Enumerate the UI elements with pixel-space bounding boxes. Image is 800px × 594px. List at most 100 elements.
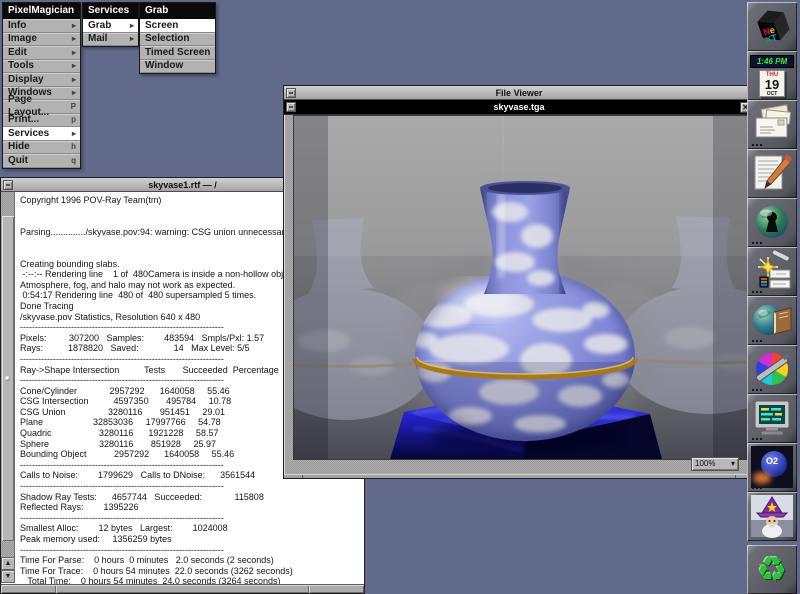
dock-tile-paint[interactable] bbox=[747, 345, 797, 394]
image-window-frame: 100% ▾ bbox=[285, 115, 753, 474]
menu-item-page-layout[interactable]: Page Layout...P bbox=[3, 100, 80, 114]
menu-item-label: Selection bbox=[145, 32, 189, 45]
menu-item-selection[interactable]: Selection bbox=[140, 33, 215, 47]
menu-title[interactable]: Services bbox=[83, 3, 138, 19]
submenu-arrow-icon: ▸ bbox=[72, 73, 76, 86]
menu-item-screen[interactable]: Screen bbox=[140, 19, 215, 33]
submenu-arrow-icon: ▸ bbox=[72, 46, 76, 59]
menu-item-hide[interactable]: Hide h bbox=[3, 141, 80, 155]
dock-tile-notes[interactable] bbox=[747, 149, 797, 198]
recycle-icon: ♻ bbox=[747, 547, 797, 593]
services-submenu: Services Grab▸ Mail▸ bbox=[82, 2, 139, 47]
console-line: Total Time: 0 hours 54 minutes 24.0 seco… bbox=[20, 576, 363, 584]
resize-bar[interactable] bbox=[1, 584, 364, 593]
menu-item-label: Window bbox=[145, 59, 183, 72]
globe-keyhole-icon bbox=[750, 200, 794, 244]
planet-o2-icon bbox=[750, 445, 794, 489]
dock-tile-mail[interactable] bbox=[747, 100, 797, 149]
dock-tile-next[interactable]: Ne XT bbox=[747, 2, 797, 51]
running-indicator bbox=[752, 487, 754, 489]
mail-icon bbox=[750, 102, 794, 146]
miniaturize-button[interactable] bbox=[286, 102, 296, 112]
menu-item-label: Print... bbox=[8, 113, 39, 126]
console-line: ----------------------------------------… bbox=[20, 481, 363, 492]
calendar-day: 19 bbox=[760, 79, 784, 91]
running-indicator bbox=[752, 291, 754, 293]
submenu-arrow-icon: ▸ bbox=[130, 32, 134, 45]
menu-item-window[interactable]: Window bbox=[140, 60, 215, 74]
wand-form-icon bbox=[750, 249, 794, 293]
image-window-titlebar[interactable]: skyvase.tga ✕ bbox=[284, 100, 754, 115]
miniaturize-button[interactable] bbox=[286, 88, 296, 98]
dock-tile-web-keyhole[interactable] bbox=[747, 198, 797, 247]
resize-segment[interactable] bbox=[1, 585, 56, 593]
dock-tile-pixelmagician-wizard[interactable] bbox=[747, 492, 797, 541]
console-line: ----------------------------------------… bbox=[20, 545, 363, 556]
resize-bar[interactable] bbox=[284, 474, 754, 478]
dock-tile-create[interactable] bbox=[747, 247, 797, 296]
menu-item-quit[interactable]: Quit q bbox=[3, 154, 80, 168]
dock-tile-o2[interactable]: O2 bbox=[747, 443, 797, 492]
scroll-up-button[interactable]: ▲ bbox=[1, 557, 15, 570]
dock-tile-reference[interactable] bbox=[747, 296, 797, 345]
zoom-level-popup[interactable]: 100% ▾ bbox=[691, 457, 739, 471]
shortcut-key: h bbox=[71, 140, 76, 153]
menu-item-image[interactable]: Image▸ bbox=[3, 33, 80, 47]
console-line: Peak memory used: 1356259 bytes bbox=[20, 534, 363, 545]
resize-segment[interactable] bbox=[309, 585, 364, 593]
menu-item-display[interactable]: Display ▸ bbox=[3, 73, 80, 87]
file-viewer-window: File Viewer skyvase.tga ✕ bbox=[283, 85, 755, 479]
menu-item-label: Display bbox=[8, 73, 44, 86]
menu-item-mail[interactable]: Mail▸ bbox=[83, 33, 138, 47]
calendar-month: OCT bbox=[760, 91, 784, 97]
menu-item-label: Hide bbox=[8, 140, 30, 153]
dock-tile-clock-calendar[interactable]: 1:46 PM THU 19 OCT bbox=[747, 51, 797, 100]
menu-item-grab[interactable]: Grab▸ bbox=[83, 19, 138, 33]
menu-item-label: Quit bbox=[8, 154, 28, 167]
shortcut-key: p bbox=[71, 113, 76, 126]
menu-title[interactable]: PixelMagician bbox=[3, 3, 80, 19]
vertical-scrollbar[interactable] bbox=[1, 192, 15, 557]
scrollbar-knob[interactable] bbox=[2, 216, 14, 541]
menu-item-label: Image bbox=[8, 32, 37, 45]
popup-arrow-icon: ▾ bbox=[731, 458, 735, 470]
menu-item-edit[interactable]: Edit ▸ bbox=[3, 46, 80, 60]
zoom-level-value: 100% bbox=[695, 458, 715, 470]
submenu-arrow-icon: ▸ bbox=[72, 59, 76, 72]
submenu-arrow-icon: ▸ bbox=[72, 19, 76, 32]
dock-tile-recycler[interactable]: ♻ bbox=[747, 545, 797, 594]
menu-item-services[interactable]: Services▸ bbox=[3, 127, 80, 141]
shortcut-key: q bbox=[71, 154, 76, 167]
resize-segment[interactable] bbox=[56, 585, 309, 593]
running-indicator bbox=[752, 438, 754, 440]
desktop: { "desktop": { "bg_color": "#626a8c" }, … bbox=[0, 0, 800, 594]
menu-item-label: Edit bbox=[8, 46, 27, 59]
miniaturize-button[interactable] bbox=[3, 180, 13, 190]
running-indicator bbox=[752, 242, 754, 244]
scroll-down-button[interactable]: ▼ bbox=[1, 570, 15, 583]
menu-item-label: Info bbox=[8, 19, 26, 32]
menu-title[interactable]: Grab bbox=[140, 3, 215, 19]
main-menu: PixelMagician Info▸ Image▸ Edit▸ Tools▸ … bbox=[2, 2, 81, 169]
menu-item-label: Timed Screen bbox=[145, 46, 210, 59]
grab-submenu: Grab Screen Selection Timed Screen Windo… bbox=[139, 2, 216, 74]
menu-item-tools[interactable]: Tools ▸ bbox=[3, 60, 80, 74]
running-indicator bbox=[752, 340, 754, 342]
globe-book-icon bbox=[750, 298, 794, 342]
file-viewer-title: File Viewer bbox=[496, 88, 543, 98]
next-cube-icon: Ne XT bbox=[750, 4, 794, 48]
calendar-icon: THU 19 OCT bbox=[759, 70, 785, 97]
console-line: Time For Parse: 0 hours 0 minutes 2.0 se… bbox=[20, 555, 363, 566]
menu-item-timed-screen[interactable]: Timed Screen bbox=[140, 46, 215, 60]
menu-item-info[interactable]: Info ▸ bbox=[3, 19, 80, 33]
dock-tile-terminal[interactable] bbox=[747, 394, 797, 443]
menu-item-label: Services bbox=[8, 127, 49, 140]
menu-item-label: Screen bbox=[145, 19, 178, 32]
menu-item-label: Tools bbox=[8, 59, 34, 72]
wizard-icon bbox=[750, 494, 794, 538]
colorwheel-airbrush-icon bbox=[750, 347, 794, 391]
knob-dimple bbox=[5, 376, 10, 381]
file-viewer-titlebar[interactable]: File Viewer bbox=[284, 86, 754, 100]
console-window-title: skyvase1.rtf — / bbox=[148, 180, 217, 190]
digital-clock: 1:46 PM bbox=[750, 55, 794, 68]
